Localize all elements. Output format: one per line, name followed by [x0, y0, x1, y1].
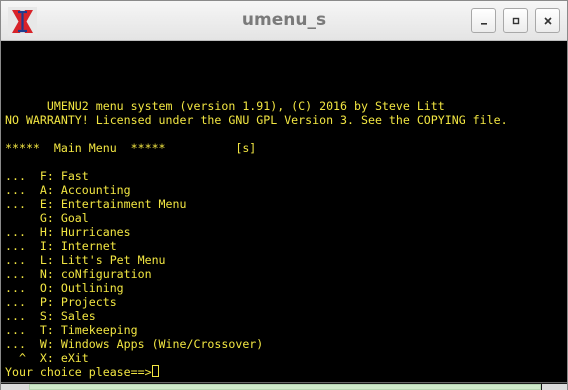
prompt-text: Your choice please==> [5, 365, 152, 379]
menu-item-configuration[interactable]: ... N: coNfiguration [5, 267, 152, 281]
terminal-area[interactable]: UMENU2 menu system (version 1.91), (C) 2… [1, 42, 567, 382]
menu-item-internet[interactable]: ... I: Internet [5, 239, 117, 253]
menu-item-pet-menu[interactable]: ... L: Litt's Pet Menu [5, 253, 166, 267]
close-icon [543, 16, 552, 25]
menu-item-entertainment[interactable]: ... E: Entertainment Menu [5, 197, 186, 211]
title-bar[interactable]: umenu_s [1, 1, 567, 41]
menu-item-timekeeping[interactable]: ... T: Timekeeping [5, 323, 138, 337]
header-line-2: NO WARRANTY! Licensed under the GNU GPL … [5, 113, 508, 127]
minimize-button[interactable] [471, 8, 496, 33]
menu-item-outlining[interactable]: ... O: Outlining [5, 281, 124, 295]
menu-item-exit[interactable]: ^ X: eXit [5, 351, 89, 365]
scrollbar-left-track[interactable] [1, 384, 29, 390]
scrollbar-right-track[interactable] [542, 384, 567, 390]
menu-title: ***** Main Menu ***** [s] [5, 141, 257, 155]
menu-item-projects[interactable]: ... P: Projects [5, 295, 117, 309]
menu-item-windows-apps[interactable]: ... W: Windows Apps (Wine/Crossover) [5, 337, 263, 351]
maximize-icon [512, 17, 519, 24]
horizontal-scrollbar[interactable] [1, 382, 567, 390]
scrollbar-thumb[interactable] [29, 384, 541, 390]
menu-item-accounting[interactable]: ... A: Accounting [5, 183, 131, 197]
menu-item-hurricanes[interactable]: ... H: Hurricanes [5, 225, 131, 239]
maximize-button[interactable] [503, 8, 528, 33]
menu-item-sales[interactable]: ... S: Sales [5, 309, 96, 323]
prompt-line[interactable]: Your choice please==> [5, 365, 159, 379]
header-line-1: UMENU2 menu system (version 1.91), (C) 2… [5, 99, 445, 113]
menu-item-fast[interactable]: ... F: Fast [5, 169, 89, 183]
text-cursor [151, 365, 159, 377]
umenu-window: umenu_s UMENU2 menu system (version 1.91… [0, 0, 568, 390]
close-button[interactable] [535, 8, 560, 33]
minimize-icon [480, 22, 487, 25]
menu-item-goal[interactable]: G: Goal [5, 211, 89, 225]
